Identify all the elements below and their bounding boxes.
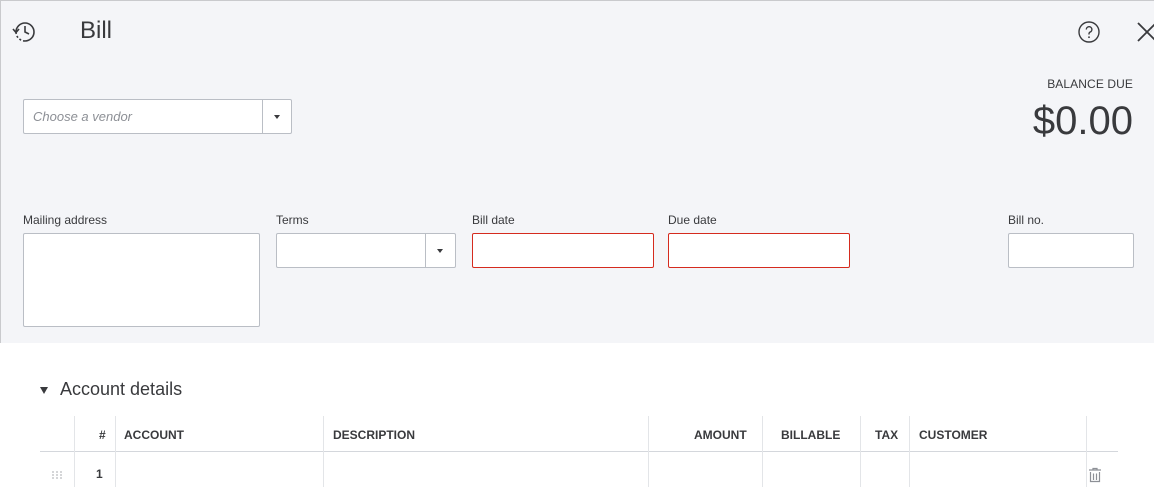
column-divider (762, 416, 763, 487)
help-icon[interactable] (1077, 20, 1101, 44)
chevron-down-icon[interactable] (437, 249, 443, 253)
bill-date-label: Bill date (472, 213, 515, 227)
row-number: 1 (96, 467, 103, 481)
mailing-address-label: Mailing address (23, 213, 108, 227)
mailing-address-field[interactable] (23, 233, 260, 327)
balance-due-label: BALANCE DUE (1047, 77, 1133, 91)
due-date-field[interactable] (668, 233, 850, 268)
column-divider (74, 416, 75, 487)
page-title: Bill (80, 17, 113, 44)
close-icon[interactable] (1136, 20, 1154, 44)
col-header-customer: CUSTOMER (919, 428, 988, 442)
vendor-select[interactable] (23, 99, 292, 134)
bill-no-field[interactable] (1008, 233, 1134, 268)
col-header-number: # (99, 428, 106, 442)
column-divider (909, 416, 910, 487)
col-header-account: ACCOUNT (124, 428, 184, 442)
column-divider (1086, 416, 1087, 487)
vendor-input[interactable] (24, 100, 262, 133)
col-header-billable: BILLABLE (781, 428, 841, 442)
column-divider (115, 416, 116, 487)
account-details-title: Account details (60, 379, 183, 399)
balance-due-amount: $0.00 (1032, 99, 1133, 143)
recent-transactions-icon[interactable] (10, 17, 40, 47)
drag-handle-icon[interactable] (51, 470, 63, 480)
header-divider (40, 451, 1118, 452)
col-header-tax: TAX (875, 428, 899, 442)
terms-select[interactable] (276, 233, 456, 268)
column-divider (323, 416, 324, 487)
caret-down-icon (40, 387, 48, 394)
chevron-down-icon[interactable] (274, 115, 280, 119)
trash-icon[interactable] (1088, 467, 1102, 483)
select-divider (262, 100, 263, 133)
top-border (0, 0, 1154, 1)
bill-no-label: Bill no. (1008, 213, 1045, 227)
account-details-toggle[interactable]: Account details (40, 379, 182, 400)
terms-label: Terms (276, 213, 309, 227)
account-details-table: # ACCOUNT DESCRIPTION AMOUNT BILLABLE TA… (40, 416, 1118, 487)
col-header-amount: AMOUNT (694, 428, 747, 442)
bill-date-field[interactable] (472, 233, 654, 268)
due-date-label: Due date (668, 213, 717, 227)
col-header-description: DESCRIPTION (333, 428, 416, 442)
column-divider (648, 416, 649, 487)
column-divider (860, 416, 861, 487)
select-divider (425, 234, 426, 267)
